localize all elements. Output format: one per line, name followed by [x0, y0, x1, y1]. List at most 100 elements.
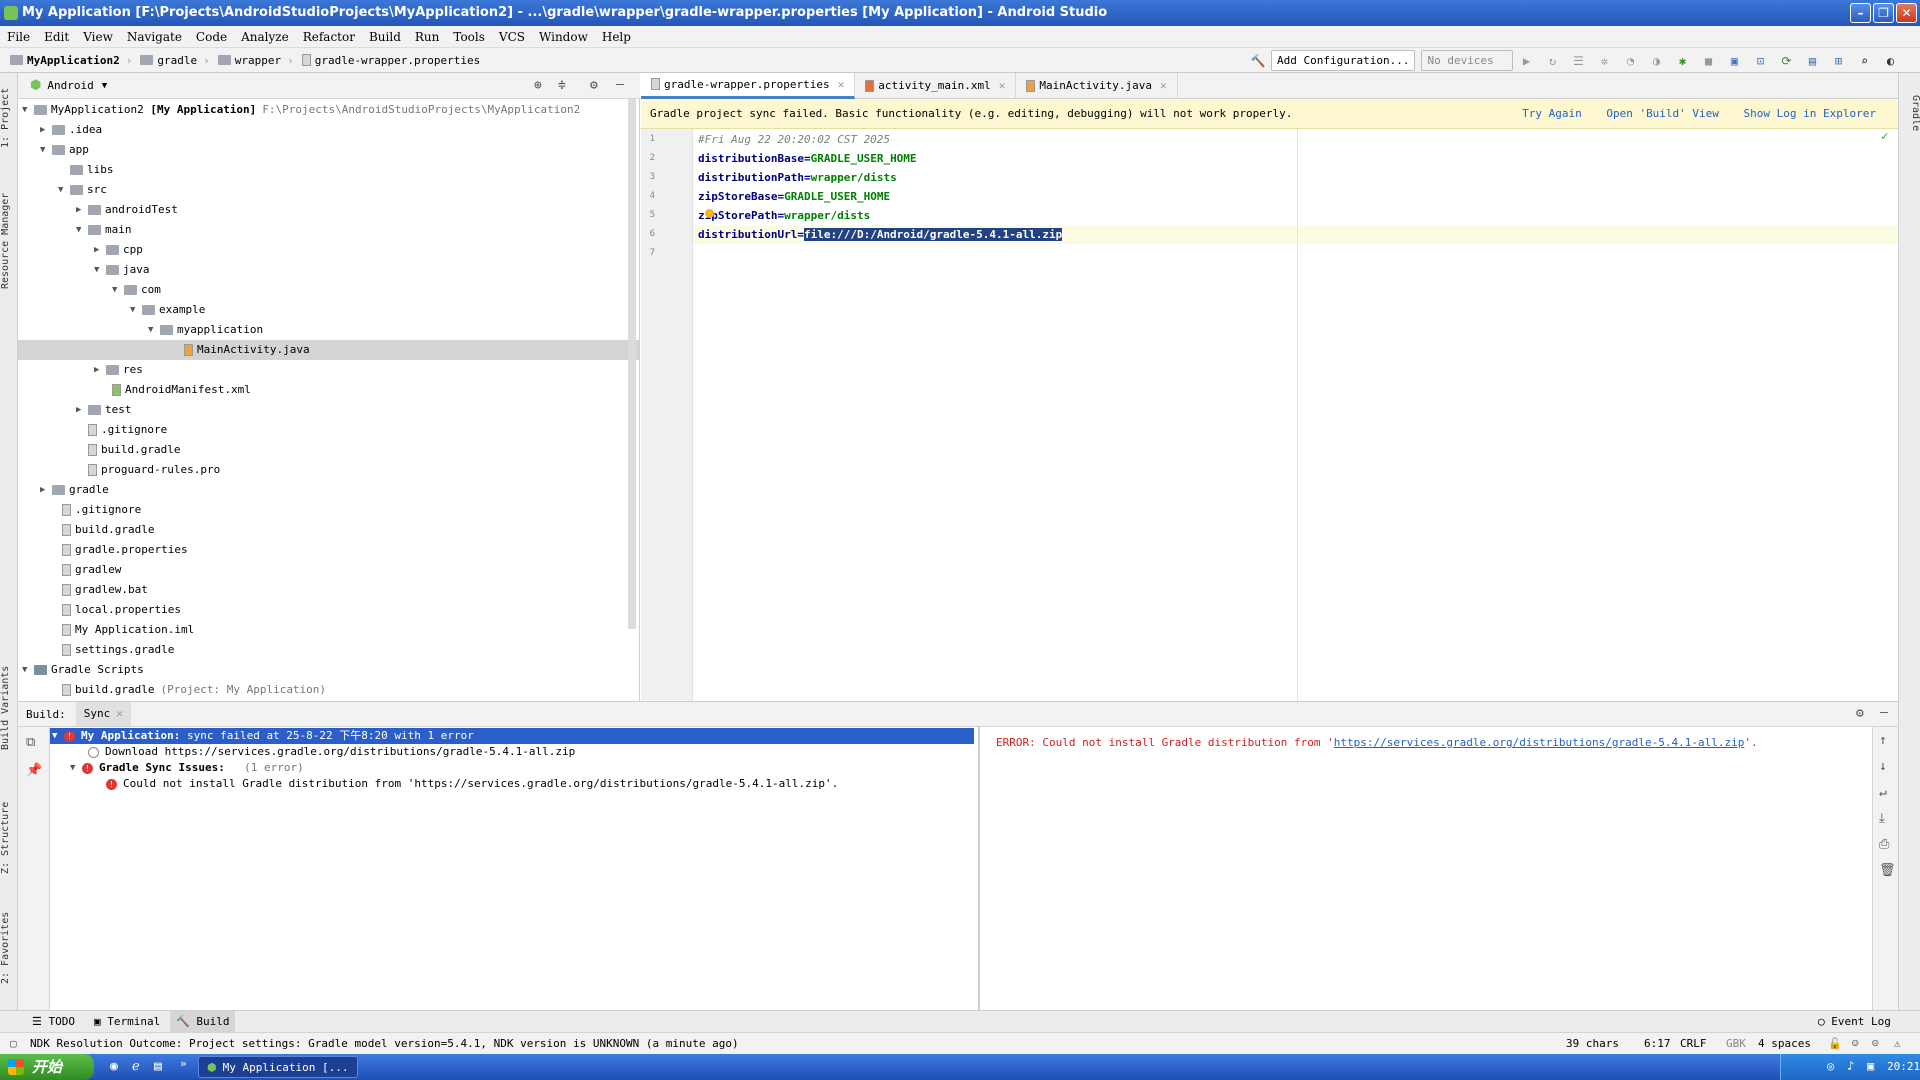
sync-gradle-icon[interactable]: ⟳	[1778, 53, 1794, 69]
event-log-tab[interactable]: ◯ Event Log	[1812, 1011, 1897, 1033]
notification-icon[interactable]: ⚠	[1894, 1033, 1901, 1055]
tree-item[interactable]: ▶ cpp	[94, 240, 143, 260]
chevron-down-icon[interactable]: ▼	[102, 81, 107, 91]
code-editor[interactable]: #Fri Aug 22 20:20:02 CST 2025 distributi…	[693, 129, 1898, 701]
menu-edit[interactable]: Edit	[37, 26, 76, 48]
avd-manager-icon[interactable]: ▤	[1804, 53, 1820, 69]
caret-position[interactable]: 6:17	[1644, 1033, 1671, 1055]
add-configuration-button[interactable]: Add Configuration...	[1271, 50, 1416, 71]
tool-favorites[interactable]: 2: Favorites	[0, 903, 18, 993]
soft-wrap-icon[interactable]: ↵	[1879, 785, 1887, 800]
tray-volume-icon[interactable]: ♪	[1847, 1059, 1854, 1073]
trash-icon[interactable]: 🗑	[1879, 863, 1896, 878]
tab-activity-main-xml[interactable]: activity_main.xml ✕	[855, 72, 1017, 99]
tool-build-variants[interactable]: Build Variants	[0, 663, 18, 753]
folder-icon[interactable]: ▤	[154, 1059, 162, 1074]
build-output[interactable]: ERROR: Could not install Gradle distribu…	[982, 727, 1872, 1010]
file-encoding[interactable]: GBK	[1726, 1033, 1746, 1055]
arrow-up-icon[interactable]: ↑	[1879, 733, 1887, 748]
collapse-all-icon[interactable]: ≑	[558, 78, 566, 93]
make-project-hammer-icon[interactable]: 🔨	[1250, 53, 1266, 69]
tree-item[interactable]: build.gradle (Project: My Application)	[62, 680, 326, 700]
start-button[interactable]: 开始	[0, 1054, 94, 1080]
tree-item[interactable]: ▼ app	[40, 140, 89, 160]
build-issue-message[interactable]: ! Could not install Gradle distribution f…	[106, 776, 838, 792]
project-structure-icon[interactable]: ▣	[1726, 53, 1742, 69]
tab-mainactivity-java[interactable]: MainActivity.java ✕	[1016, 72, 1178, 99]
build-download-node[interactable]: Download https://services.gradle.org/dis…	[88, 744, 575, 760]
apply-code-changes-icon[interactable]: ☰	[1570, 53, 1586, 69]
tree-item[interactable]: My Application.iml	[62, 620, 194, 640]
chevron-right-icon[interactable]: »	[180, 1057, 187, 1070]
tree-item[interactable]: AndroidManifest.xml	[112, 380, 251, 400]
menu-build[interactable]: Build	[362, 26, 408, 48]
menu-code[interactable]: Code	[189, 26, 234, 48]
user-icon[interactable]: ◐	[1882, 53, 1898, 69]
arrow-down-icon[interactable]: ↓	[1879, 759, 1887, 774]
open-build-view-link[interactable]: Open 'Build' View	[1606, 107, 1719, 120]
tree-item[interactable]: build.gradle	[62, 520, 154, 540]
quicklaunch-icon[interactable]: ◉	[110, 1059, 118, 1074]
menu-file[interactable]: File	[0, 26, 37, 48]
build-tab[interactable]: 🔨 Build	[170, 1011, 236, 1033]
try-again-link[interactable]: Try Again	[1522, 107, 1582, 120]
tree-item[interactable]: ▼ myapplication	[148, 320, 263, 340]
tree-item[interactable]: .gitignore	[62, 500, 141, 520]
tree-item[interactable]: gradlew	[62, 560, 121, 580]
breadcrumb-gradle[interactable]: gradle ›	[136, 48, 213, 73]
tree-root[interactable]: ▼ MyApplication2 [My Application] F:\Proje…	[22, 100, 580, 120]
menu-analyze[interactable]: Analyze	[234, 26, 296, 48]
sync-tab[interactable]: Sync ✕	[75, 702, 131, 726]
gradle-download-link[interactable]: https://services.gradle.org/distribution…	[1334, 735, 1745, 751]
tree-item[interactable]: ▶ res	[94, 360, 143, 380]
restart-icon[interactable]: ⧉	[26, 735, 35, 750]
tool-gradle[interactable]: Gradle	[1899, 83, 1920, 143]
gear-icon[interactable]: ⚙	[1856, 706, 1864, 721]
ie-icon[interactable]: ℯ	[132, 1059, 140, 1074]
tree-item[interactable]: local.properties	[62, 600, 181, 620]
project-view-selector[interactable]: Android	[47, 79, 93, 92]
tool-project[interactable]: 1: Project	[0, 83, 18, 153]
tree-item[interactable]: ▶ .idea	[40, 120, 102, 140]
menu-help[interactable]: Help	[595, 26, 638, 48]
debug-icon[interactable]: ✲	[1596, 53, 1612, 69]
tab-gradle-wrapper-properties[interactable]: gradle-wrapper.properties ✕	[641, 72, 856, 99]
tree-item[interactable]: proguard-rules.pro	[76, 460, 220, 480]
scroll-to-end-icon[interactable]: ⤓	[1879, 811, 1885, 826]
show-log-link[interactable]: Show Log in Explorer	[1744, 107, 1876, 120]
clock[interactable]: 20:21	[1887, 1054, 1920, 1080]
hide-icon[interactable]: —	[1880, 705, 1888, 720]
hide-icon[interactable]: —	[616, 77, 624, 92]
breadcrumb-file[interactable]: gradle-wrapper.properties	[298, 48, 485, 73]
tree-item[interactable]: ▶ test	[76, 400, 132, 420]
menu-window[interactable]: Window	[532, 26, 595, 48]
print-icon[interactable]: ⎙	[1879, 837, 1889, 852]
breadcrumb-wrapper[interactable]: wrapper ›	[214, 48, 298, 73]
tree-item[interactable]: gradlew.bat	[62, 580, 148, 600]
tree-item[interactable]: ▼ example	[130, 300, 205, 320]
device-selector[interactable]: No devices	[1421, 50, 1514, 71]
build-issues-node[interactable]: ▼! Gradle Sync Issues: (1 error)	[70, 760, 304, 776]
tree-item[interactable]: settings.gradle	[62, 640, 174, 660]
menu-vcs[interactable]: VCS	[492, 26, 532, 48]
minimize-button[interactable]: –	[1850, 3, 1871, 23]
status-message[interactable]: NDK Resolution Outcome: Project settings…	[30, 1033, 739, 1055]
tray-monitor-icon[interactable]: ▣	[1867, 1059, 1874, 1073]
menu-tools[interactable]: Tools	[446, 26, 492, 48]
tree-item[interactable]: ▼ src	[58, 180, 107, 200]
lock-icon[interactable]: 🔓	[1828, 1033, 1842, 1055]
gear-icon[interactable]: ⚙	[590, 78, 598, 93]
toggle-tool-windows-icon[interactable]: ▢	[10, 1033, 17, 1055]
sdk-manager-icon[interactable]: ⊡	[1752, 53, 1768, 69]
profile-icon[interactable]: ◔	[1622, 53, 1638, 69]
stop-icon[interactable]: ■	[1700, 53, 1716, 69]
locate-icon[interactable]: ⊕	[534, 78, 542, 93]
build-root-node[interactable]: ▼! My Application: sync failed at 25-8-22…	[50, 728, 974, 744]
tool-structure[interactable]: Z: Structure	[0, 793, 18, 883]
close-button[interactable]: ✕	[1896, 3, 1917, 23]
coverage-icon[interactable]: ◑	[1648, 53, 1664, 69]
tree-item[interactable]: ▶ androidTest	[76, 200, 178, 220]
intention-bulb-icon[interactable]	[705, 209, 714, 218]
menu-navigate[interactable]: Navigate	[120, 26, 189, 48]
tree-item[interactable]: ▼ main	[76, 220, 132, 240]
